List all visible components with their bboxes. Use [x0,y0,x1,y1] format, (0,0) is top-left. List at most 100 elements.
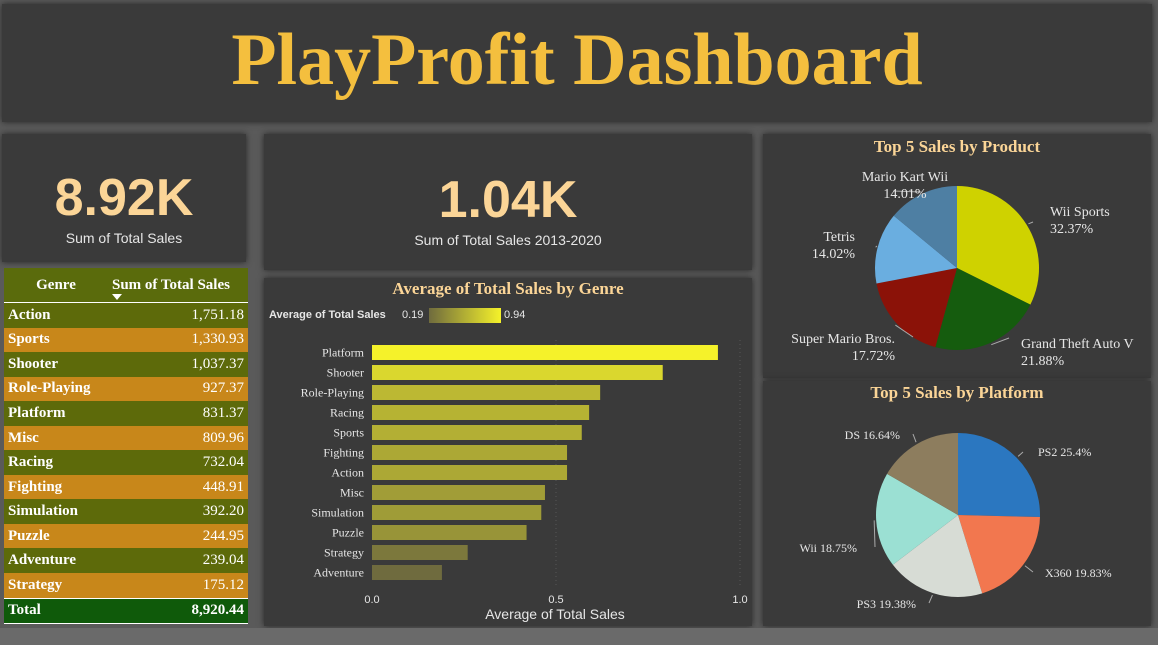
sales-cell: 244.95 [108,523,248,549]
pie-label: DS 16.64% [845,428,900,442]
category-label: Racing [330,406,364,420]
x-tick-label: 1.0 [732,594,747,606]
page-title: PlayProfit Dashboard [231,19,923,101]
bar[interactable] [372,425,582,440]
genre-cell: Adventure [4,548,108,574]
pie-slice[interactable] [958,433,1040,518]
table-row[interactable]: Sports 1,330.93 [4,327,248,353]
total-label: Total [4,597,108,625]
category-label: Shooter [327,366,364,380]
bar[interactable] [372,545,468,560]
table-row[interactable]: Adventure 239.04 [4,548,248,574]
category-label: Strategy [324,546,364,560]
pie-label: Wii 18.75% [799,541,857,555]
bar[interactable] [372,465,568,480]
platform-pie-chart: PS2 25.4% X360 19.83% PS3 19.38% Wii 18.75%… [799,428,1112,611]
table-row[interactable]: Puzzle 244.95 [4,523,248,549]
table-row[interactable]: Fighting 448.91 [4,474,248,500]
kpi-total-sales-value: 8.92K [54,169,194,227]
table-row[interactable]: Shooter 1,037.37 [4,352,248,377]
genre-cell: Simulation [4,499,108,524]
sales-cell: 1,037.37 [108,352,248,377]
genre-cell: Role-Playing [4,376,108,402]
genre-cell: Puzzle [4,523,108,549]
leader-line [873,520,876,548]
x-tick-label: 0.0 [364,594,379,606]
bar[interactable] [372,365,663,380]
pie-label: PS3 19.38% [857,597,916,611]
pie-label: PS2 25.4% [1038,445,1091,459]
kpi-period-sales-card[interactable]: 1.04K Sum of Total Sales 2013-2020 [264,134,752,270]
title-banner: PlayProfit Dashboard [2,4,1152,122]
sales-cell: 732.04 [108,450,248,475]
category-label: Puzzle [332,526,364,540]
table-row[interactable]: Platform 831.37 [4,401,248,426]
kpi-period-sales-label: Sum of Total Sales 2013-2020 [414,232,602,248]
pie-label: Grand Theft Auto V [1021,337,1134,352]
bar[interactable] [372,405,590,420]
bar-chart-card[interactable]: Average of Total Sales by Genre Average … [264,278,752,626]
sales-cell: 175.12 [108,573,248,599]
bar[interactable] [372,345,718,360]
pie-label: X360 19.83% [1045,566,1112,580]
column-header-sum-label: Sum of Total Sales [112,276,230,293]
leader-line [912,433,917,443]
category-label: Platform [322,346,365,360]
kpi-period-sales-value: 1.04K [438,171,578,229]
sales-cell: 1,330.93 [108,327,248,353]
sales-cell: 927.37 [108,376,248,402]
pie-label: 21.88% [1021,354,1065,369]
sales-cell: 448.91 [108,474,248,500]
bar[interactable] [372,525,527,540]
sales-cell: 392.20 [108,499,248,524]
table-row[interactable]: Simulation 392.20 [4,499,248,524]
category-label: Adventure [313,566,364,580]
genre-cell: Shooter [4,352,108,377]
platform-pie-card[interactable]: Top 5 Sales by Platform PS2 25.4% X360 19… [763,381,1151,626]
genre-cell: Sports [4,327,108,353]
genre-sales-table[interactable]: Genre Sum of Total Sales Action 1,751.18 S… [4,268,248,625]
pie-label: Wii Sports [1050,205,1110,220]
sales-cell: 809.96 [108,425,248,451]
pie-label: Mario Kart Wii [862,170,948,185]
pie-label: Tetris [823,230,855,245]
bar[interactable] [372,385,601,400]
leader-line [1028,221,1034,225]
column-header-genre[interactable]: Genre [4,268,108,303]
table-row[interactable]: Racing 732.04 [4,450,248,475]
x-axis-title: Average of Total Sales [485,606,625,622]
bar[interactable] [372,505,542,520]
legend-label: Average of Total Sales [269,309,386,321]
column-header-sum-total-sales[interactable]: Sum of Total Sales [108,268,248,303]
sales-cell: 1,751.18 [108,302,248,328]
bar[interactable] [372,485,545,500]
category-label: Role-Playing [301,386,364,400]
genre-cell: Strategy [4,573,108,599]
kpi-total-sales-label: Sum of Total Sales [65,230,183,246]
pie-label: 14.01% [883,187,927,202]
legend-min: 0.19 [402,309,423,321]
table-header-row: Genre Sum of Total Sales [4,268,248,303]
category-label: Fighting [323,446,364,460]
kpi-total-sales-card[interactable]: 8.92K Sum of Total Sales [2,134,246,262]
leader-line [1024,565,1034,573]
genre-cell: Racing [4,450,108,475]
table-row[interactable]: Role-Playing 927.37 [4,376,248,402]
table-row[interactable]: Action 1,751.18 [4,302,248,328]
bar[interactable] [372,445,568,460]
genre-cell: Fighting [4,474,108,500]
total-value: 8,920.44 [108,597,248,625]
leader-line [875,245,878,248]
product-pie-card[interactable]: Top 5 Sales by Product Wii Sports 32.37% G… [763,134,1151,378]
x-tick-label: 0.5 [548,594,563,606]
genre-cell: Action [4,302,108,328]
table-row[interactable]: Misc 809.96 [4,425,248,451]
bar[interactable] [372,565,442,580]
pie-label: 14.02% [812,247,856,262]
sort-descending-icon[interactable] [112,294,122,300]
genre-cell: Misc [4,425,108,451]
legend-max: 0.94 [504,309,525,321]
category-label: Action [331,466,364,480]
table-row[interactable]: Strategy 175.12 [4,573,248,599]
category-label: Simulation [311,506,364,520]
